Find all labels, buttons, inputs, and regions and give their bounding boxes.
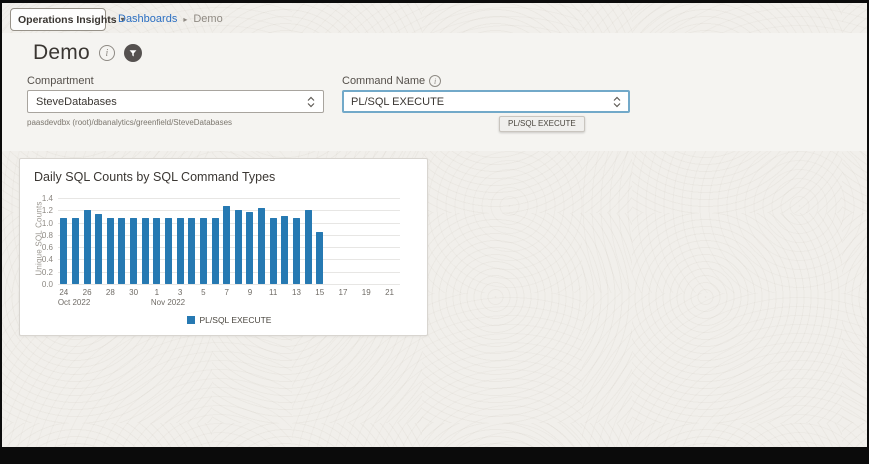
app-switcher-label: Operations Insights [18, 14, 117, 26]
page-title-row: Demo i [33, 41, 142, 65]
bar-oct-27[interactable] [95, 214, 102, 284]
bar-nov-15[interactable] [316, 232, 323, 284]
bar-oct-29[interactable] [118, 218, 125, 284]
y-tick-label: 0.4 [20, 255, 53, 264]
x-tick-label: 9 [239, 288, 261, 297]
x-tick-label: 26 [76, 288, 98, 297]
bar-oct-31[interactable] [142, 218, 149, 284]
legend-item[interactable]: PL/SQL EXECUTE [187, 315, 272, 325]
bar-nov-14[interactable] [305, 210, 312, 284]
top-bar: Operations Insights ▾ Dashboards ▸ Demo [2, 3, 867, 33]
y-tick-label: 0.8 [20, 231, 53, 240]
month-label: Oct 2022 [58, 298, 90, 307]
x-tick-label: 7 [216, 288, 238, 297]
breadcrumb: Dashboards ▸ Demo [118, 13, 223, 25]
y-tick-label: 1.4 [20, 194, 53, 203]
compartment-select-value: SteveDatabases [36, 96, 117, 108]
bar-nov-2[interactable] [165, 218, 172, 284]
app-background: Operations Insights ▾ Dashboards ▸ Demo … [2, 3, 867, 447]
bar-nov-8[interactable] [235, 210, 242, 284]
month-label: Nov 2022 [151, 298, 185, 307]
bar-oct-30[interactable] [130, 218, 137, 284]
bar-oct-24[interactable] [60, 218, 67, 284]
x-tick-label: 19 [355, 288, 377, 297]
compartment-label: Compartment [27, 75, 324, 87]
gridline [58, 284, 400, 285]
command-name-info-icon[interactable]: i [429, 75, 441, 87]
page-title: Demo [33, 41, 90, 65]
y-tick-label: 0.0 [20, 280, 53, 289]
legend-label: PL/SQL EXECUTE [200, 315, 272, 325]
breadcrumb-link-dashboards[interactable]: Dashboards [118, 13, 177, 25]
x-tick-label: 1 [146, 288, 168, 297]
breadcrumb-separator-icon: ▸ [183, 15, 187, 24]
bar-nov-1[interactable] [153, 218, 160, 284]
bar-nov-6[interactable] [212, 218, 219, 284]
bar-nov-4[interactable] [188, 218, 195, 284]
y-tick-label: 0.6 [20, 243, 53, 252]
bar-nov-12[interactable] [281, 216, 288, 284]
select-value-tooltip: PL/SQL EXECUTE [499, 116, 585, 132]
x-tick-label: 17 [332, 288, 354, 297]
header-panel: Demo i Compartment SteveDatabases paasde… [2, 33, 867, 151]
gridline [58, 198, 400, 199]
app-switcher-button[interactable]: Operations Insights ▾ [10, 8, 106, 31]
select-updown-icon [613, 96, 621, 108]
bar-oct-26[interactable] [84, 210, 91, 284]
select-updown-icon [307, 96, 315, 108]
x-tick-label: 30 [123, 288, 145, 297]
command-name-label-text: Command Name [342, 75, 425, 87]
bar-nov-9[interactable] [246, 212, 253, 284]
command-name-select[interactable]: PL/SQL EXECUTE [342, 90, 630, 113]
x-tick-label: 5 [192, 288, 214, 297]
x-tick-label: 28 [99, 288, 121, 297]
compartment-field: Compartment SteveDatabases paasdevdbx (r… [27, 75, 324, 127]
y-tick-label: 1.2 [20, 206, 53, 215]
x-tick-label: 21 [379, 288, 401, 297]
info-icon[interactable]: i [99, 45, 115, 61]
compartment-path-text: paasdevdbx (root)/dbanalytics/greenfield… [27, 118, 324, 127]
bar-nov-3[interactable] [177, 218, 184, 284]
bar-nov-5[interactable] [200, 218, 207, 284]
x-tick-label: 11 [262, 288, 284, 297]
command-name-label: Command Name i [342, 75, 630, 87]
bar-nov-10[interactable] [258, 208, 265, 284]
command-name-field: Command Name i PL/SQL EXECUTE PL/SQL EXE… [342, 75, 630, 113]
legend-swatch-icon [187, 316, 195, 324]
x-tick-label: 15 [309, 288, 331, 297]
breadcrumb-current: Demo [193, 13, 222, 25]
command-name-select-value: PL/SQL EXECUTE [351, 96, 444, 108]
compartment-select[interactable]: SteveDatabases [27, 90, 324, 113]
chart-plot-area [58, 198, 400, 284]
bar-nov-11[interactable] [270, 218, 277, 284]
y-tick-label: 0.2 [20, 268, 53, 277]
chart-title: Daily SQL Counts by SQL Command Types [34, 170, 275, 184]
chart-card: Daily SQL Counts by SQL Command Types Un… [19, 158, 428, 336]
y-tick-label: 1.0 [20, 219, 53, 228]
chart-legend: PL/SQL EXECUTE [58, 315, 400, 325]
x-tick-label: 3 [169, 288, 191, 297]
bar-oct-28[interactable] [107, 218, 114, 284]
bar-oct-25[interactable] [72, 218, 79, 284]
bar-nov-13[interactable] [293, 218, 300, 284]
x-tick-label: 24 [53, 288, 75, 297]
bar-nov-7[interactable] [223, 206, 230, 284]
x-tick-label: 13 [285, 288, 307, 297]
filter-icon[interactable] [124, 44, 142, 62]
